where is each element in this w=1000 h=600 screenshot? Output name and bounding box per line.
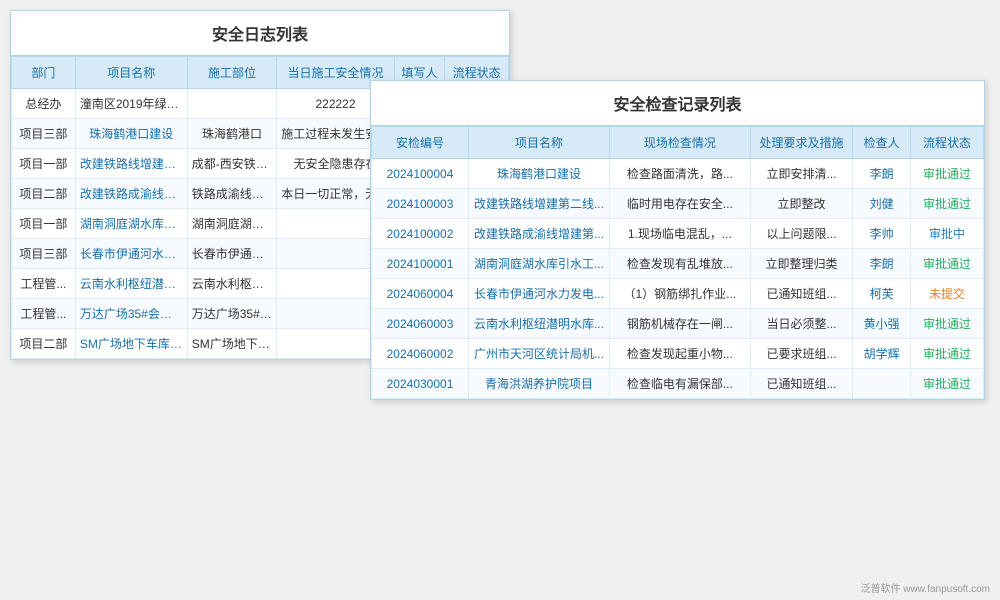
cell-location: 万达广场35#会... — [187, 299, 277, 329]
cell-dept: 项目一部 — [12, 209, 76, 239]
cell-id[interactable]: 2024100003 — [372, 189, 469, 219]
cell-dept: 项目一部 — [12, 149, 76, 179]
cell-location: 铁路成渝线（成... — [187, 179, 277, 209]
cell-status: 审批通过 — [910, 159, 983, 189]
cell-status: 未提交 — [910, 279, 983, 309]
cell-dept: 总经办 — [12, 89, 76, 119]
cell-project[interactable]: 改建铁路成渝线增建第... — [469, 219, 610, 249]
cell-id[interactable]: 2024100002 — [372, 219, 469, 249]
cell-project[interactable]: 云南水利枢纽潜明水库一... — [75, 269, 187, 299]
cell-project[interactable]: 广州市天河区统计局机... — [469, 339, 610, 369]
cell-inspector: 李朗 — [853, 249, 911, 279]
cell-inspector — [853, 369, 911, 399]
cell-status: 审批通过 — [910, 369, 983, 399]
col-flow-status: 流程状态 — [910, 127, 983, 159]
left-panel-title: 安全日志列表 — [11, 11, 509, 56]
cell-id[interactable]: 2024060003 — [372, 309, 469, 339]
cell-project[interactable]: 青海洪湖养护院项目 — [469, 369, 610, 399]
col-check-situation: 现场检查情况 — [609, 127, 750, 159]
cell-dept: 项目二部 — [12, 329, 76, 359]
cell-measure: 已要求班组... — [750, 339, 852, 369]
cell-project[interactable]: 改建铁路线增建第二线直... — [75, 149, 187, 179]
cell-dept: 项目三部 — [12, 239, 76, 269]
cell-location: 长春市伊通河水... — [187, 239, 277, 269]
cell-status: 审批中 — [910, 219, 983, 249]
cell-situation: 检查发现有乱堆放... — [609, 249, 750, 279]
cell-project[interactable]: 长春市伊通河水力发电厂... — [75, 239, 187, 269]
cell-project[interactable]: 湖南洞庭湖水库引水工程... — [75, 209, 187, 239]
cell-status: 审批通过 — [910, 339, 983, 369]
cell-inspector: 柯芙 — [853, 279, 911, 309]
col-id: 安检编号 — [372, 127, 469, 159]
right-table-header-row: 安检编号 项目名称 现场检查情况 处理要求及措施 检查人 流程状态 — [372, 127, 984, 159]
cell-id[interactable]: 2024100001 — [372, 249, 469, 279]
cell-project[interactable]: 湖南洞庭湖水库引水工... — [469, 249, 610, 279]
table-row: 2024030001青海洪湖养护院项目检查临电有漏保部...已通知班组... 审批… — [372, 369, 984, 399]
col-location: 施工部位 — [187, 57, 277, 89]
cell-location: 珠海鹤港口 — [187, 119, 277, 149]
table-row: 2024060002广州市天河区统计局机...检查发现起重小物...已要求班组.… — [372, 339, 984, 369]
col-project-name: 项目名称 — [469, 127, 610, 159]
cell-inspector: 黄小强 — [853, 309, 911, 339]
col-measure: 处理要求及措施 — [750, 127, 852, 159]
right-panel-title: 安全检查记录列表 — [371, 81, 984, 126]
right-panel: 安全检查记录列表 安检编号 项目名称 现场检查情况 处理要求及措施 检查人 流程… — [370, 80, 985, 400]
cell-inspector: 李朗 — [853, 159, 911, 189]
cell-location: 云南水利枢纽潜... — [187, 269, 277, 299]
cell-situation: 检查路面清洗，路... — [609, 159, 750, 189]
cell-situation: 1.现场临电混乱，... — [609, 219, 750, 249]
cell-dept: 工程管... — [12, 269, 76, 299]
cell-project: 潼南区2019年绿化补贴项... — [75, 89, 187, 119]
col-project: 项目名称 — [75, 57, 187, 89]
cell-id[interactable]: 2024100004 — [372, 159, 469, 189]
cell-project[interactable]: 改建铁路成渝线增建第二... — [75, 179, 187, 209]
cell-status: 审批通过 — [910, 189, 983, 219]
cell-status: 审批通过 — [910, 309, 983, 339]
cell-measure: 立即整理归类 — [750, 249, 852, 279]
cell-dept: 工程管... — [12, 299, 76, 329]
cell-situation: 检查临电有漏保部... — [609, 369, 750, 399]
cell-measure: 已通知班组... — [750, 369, 852, 399]
cell-project[interactable]: 长春市伊通河水力发电... — [469, 279, 610, 309]
cell-inspector: 李帅 — [853, 219, 911, 249]
cell-location: SM广场地下车库 — [187, 329, 277, 359]
col-inspector: 检查人 — [853, 127, 911, 159]
cell-project[interactable]: 珠海鹤港口建设 — [469, 159, 610, 189]
cell-dept: 项目二部 — [12, 179, 76, 209]
table-row: 2024060003云南水利枢纽潜明水库...钢筋机械存在一闸...当日必须整.… — [372, 309, 984, 339]
col-dept: 部门 — [12, 57, 76, 89]
cell-project[interactable]: 云南水利枢纽潜明水库... — [469, 309, 610, 339]
cell-measure: 已通知班组... — [750, 279, 852, 309]
cell-location — [187, 89, 277, 119]
cell-status: 审批通过 — [910, 249, 983, 279]
cell-id[interactable]: 2024060002 — [372, 339, 469, 369]
cell-measure: 立即安排清... — [750, 159, 852, 189]
cell-id[interactable]: 2024030001 — [372, 369, 469, 399]
cell-situation: 钢筋机械存在一闸... — [609, 309, 750, 339]
cell-situation: 临时用电存在安全... — [609, 189, 750, 219]
cell-inspector: 刘健 — [853, 189, 911, 219]
cell-project[interactable]: SM广场地下车库更换摄... — [75, 329, 187, 359]
cell-measure: 以上问题限... — [750, 219, 852, 249]
cell-inspector: 胡学辉 — [853, 339, 911, 369]
table-row: 2024060004长春市伊通河水力发电...（1）钢筋绑扎作业...已通知班组… — [372, 279, 984, 309]
cell-project[interactable]: 改建铁路线增建第二线... — [469, 189, 610, 219]
safety-check-table: 安检编号 项目名称 现场检查情况 处理要求及措施 检查人 流程状态 202410… — [371, 126, 984, 399]
cell-project[interactable]: 珠海鹤港口建设 — [75, 119, 187, 149]
cell-location: 湖南洞庭湖水库 — [187, 209, 277, 239]
cell-situation: 检查发现起重小物... — [609, 339, 750, 369]
table-row: 2024100001湖南洞庭湖水库引水工...检查发现有乱堆放...立即整理归类… — [372, 249, 984, 279]
cell-project[interactable]: 万达广场35#会所及咖啡... — [75, 299, 187, 329]
cell-dept: 项目三部 — [12, 119, 76, 149]
cell-id[interactable]: 2024060004 — [372, 279, 469, 309]
cell-measure: 当日必须整... — [750, 309, 852, 339]
cell-measure: 立即整改 — [750, 189, 852, 219]
table-row: 2024100004珠海鹤港口建设检查路面清洗，路...立即安排清...李朗审批… — [372, 159, 984, 189]
table-row: 2024100003改建铁路线增建第二线...临时用电存在安全...立即整改刘健… — [372, 189, 984, 219]
table-row: 2024100002改建铁路成渝线增建第...1.现场临电混乱，...以上问题限… — [372, 219, 984, 249]
cell-situation: （1）钢筋绑扎作业... — [609, 279, 750, 309]
cell-location: 成都-西安铁路... — [187, 149, 277, 179]
watermark: 泛普软件 www.fanpusoft.com — [861, 580, 990, 595]
